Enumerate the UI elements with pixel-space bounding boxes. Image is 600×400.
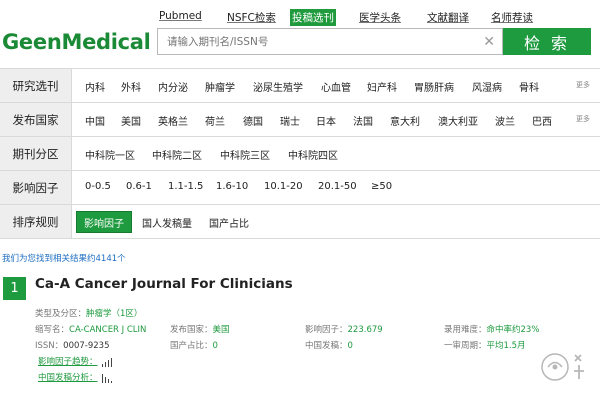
filter-option[interactable]: 波兰 (495, 113, 515, 128)
logo: GeenMedical (2, 30, 151, 54)
filter-label-impact: 影响因子 (0, 171, 72, 204)
filter-row-country: 发布国家 中国 美国 英格兰 荷兰 德国 瑞士 日本 法国 意大利 澳大利亚 波… (0, 103, 600, 137)
filter-option[interactable]: 肿瘤学 (205, 79, 235, 94)
filter-option[interactable]: 妇产科 (367, 79, 397, 94)
filter-option[interactable]: 英格兰 (158, 113, 188, 128)
filter-row-research: 研究选刊 内科 外科 内分泌 肿瘤学 泌尿生殖学 心血管 妇产科 胃肠肝病 风湿… (0, 69, 600, 103)
filter-option[interactable]: 中科院一区 (85, 147, 135, 162)
domestic-ratio-key: 国产占比： (170, 341, 213, 351)
abbr-info: 缩写名：CA-CANCER J CLIN (35, 323, 146, 335)
filter-option[interactable]: 德国 (243, 113, 263, 128)
sort-option-impact[interactable]: 影响因子 (76, 211, 132, 233)
abbr-key: 缩写名： (35, 325, 70, 335)
nav-recommend[interactable]: 名师荐读 (491, 10, 533, 25)
filter-option[interactable]: 20.1-50 (318, 181, 357, 192)
watermark-logo (541, 353, 584, 381)
impact-factor-value: 223.679 (347, 325, 383, 335)
sort-option-domestic-ratio[interactable]: 国产占比 (209, 215, 249, 230)
category-key: 类型及分区： (35, 309, 87, 319)
filter-option[interactable]: 外科 (121, 79, 141, 94)
filter-option[interactable]: 荷兰 (205, 113, 225, 128)
filter-option[interactable]: 0-0.5 (85, 181, 111, 192)
filter-option[interactable]: 澳大利亚 (438, 113, 478, 128)
filter-option[interactable]: 风湿病 (472, 79, 502, 94)
nav-journal-select[interactable]: 投稿选刊 (290, 9, 336, 26)
filter-option[interactable]: 巴西 (532, 113, 552, 128)
impact-factor-key: 影响因子： (305, 325, 348, 335)
abbr-value: CA-CANCER J CLIN (69, 325, 147, 335)
nav-pubmed[interactable]: Pubmed (159, 10, 202, 22)
cn-papers-key: 中国发稿： (305, 341, 348, 351)
impact-factor-info: 影响因子：223.679 (305, 323, 383, 335)
filter-row-sort: 排序规则 影响因子 国人发稿量 国产占比 (0, 205, 600, 239)
filter-option[interactable]: 0.6-1 (126, 181, 152, 192)
cn-papers-value: 0 (347, 341, 353, 351)
cn-papers-trend-link[interactable]: 中国发稿分析： (38, 371, 116, 383)
filter-option[interactable]: 心血管 (321, 79, 351, 94)
more-button[interactable]: 更多 (576, 114, 590, 124)
country-info: 发布国家：美国 (170, 323, 230, 335)
bar-chart-icon (101, 358, 116, 367)
filter-row-impact: 影响因子 0-0.5 0.6-1 1.1-1.5 1.6-10 10.1-20 … (0, 171, 600, 205)
issn-info: ISSN：0007-9235 (35, 339, 110, 351)
filter-option[interactable]: 日本 (316, 113, 336, 128)
nav-translate[interactable]: 文献翻译 (427, 10, 469, 25)
nav-med-headlines[interactable]: 医学头条 (359, 10, 401, 25)
rank-badge: 1 (3, 277, 26, 300)
difficulty-value: 命中率约23% (486, 325, 540, 335)
filter-option[interactable]: 10.1-20 (264, 181, 303, 192)
nav-nsfc[interactable]: NSFC检索 (227, 10, 276, 25)
filter-label-research: 研究选刊 (0, 69, 72, 102)
domestic-ratio-info: 国产占比：0 (170, 339, 218, 351)
cn-papers-info: 中国发稿：0 (305, 339, 353, 351)
close-icon[interactable]: ✕ (483, 34, 495, 50)
issn-key: ISSN： (35, 341, 64, 351)
domestic-ratio-value: 0 (212, 341, 218, 351)
filter-option[interactable]: 中科院二区 (152, 147, 202, 162)
filter-panel: 研究选刊 内科 外科 内分泌 肿瘤学 泌尿生殖学 心血管 妇产科 胃肠肝病 风湿… (0, 68, 600, 239)
filter-option[interactable]: 骨科 (519, 79, 539, 94)
search-button[interactable]: 检 索 (503, 28, 591, 55)
filter-option[interactable]: 中国 (85, 113, 105, 128)
search-box: ✕ (157, 28, 503, 55)
filter-option[interactable]: 1.6-10 (216, 181, 248, 192)
issn-value: 0007-9235 (63, 341, 110, 351)
review-key: 一审周期： (444, 341, 487, 351)
sort-option-cn-papers[interactable]: 国人发稿量 (142, 215, 192, 230)
result-count: 我们为您找到相关结果约4141个 (2, 254, 126, 264)
filter-option[interactable]: 中科院四区 (288, 147, 338, 162)
country-value: 美国 (212, 325, 230, 335)
bar-chart-icon (101, 374, 116, 383)
filter-row-partition: 期刊分区 中科院一区 中科院二区 中科院三区 中科院四区 (0, 137, 600, 171)
category-info: 类型及分区：肿瘤学（1区） (35, 307, 142, 319)
review-info: 一审周期：平均1.5月 (444, 339, 526, 351)
filter-option[interactable]: 泌尿生殖学 (253, 79, 303, 94)
filter-option[interactable]: 瑞士 (280, 113, 300, 128)
filter-option[interactable]: 中科院三区 (220, 147, 270, 162)
filter-option[interactable]: 1.1-1.5 (168, 181, 203, 192)
difficulty-info: 录用难度：命中率约23% (444, 323, 539, 335)
more-button[interactable]: 更多 (576, 80, 590, 90)
filter-option[interactable]: 美国 (121, 113, 141, 128)
filter-option[interactable]: ≥50 (371, 181, 392, 192)
filter-label-partition: 期刊分区 (0, 137, 72, 170)
category-value[interactable]: 肿瘤学（1区） (86, 309, 142, 319)
country-key: 发布国家： (170, 325, 213, 335)
cn-papers-trend-label: 中国发稿分析： (38, 373, 98, 383)
filter-option[interactable]: 胃肠肝病 (414, 79, 454, 94)
filter-option[interactable]: 内分泌 (158, 79, 188, 94)
journal-title[interactable]: Ca-A Cancer Journal For Clinicians (35, 276, 293, 292)
filter-option[interactable]: 内科 (85, 79, 105, 94)
review-value: 平均1.5月 (486, 341, 526, 351)
impact-trend-label: 影响因子趋势： (38, 357, 98, 367)
filter-option[interactable]: 意大利 (390, 113, 420, 128)
filter-option[interactable]: 法国 (353, 113, 373, 128)
filter-label-sort: 排序规则 (0, 205, 72, 238)
impact-trend-link[interactable]: 影响因子趋势： (38, 355, 116, 367)
difficulty-key: 录用难度： (444, 325, 487, 335)
filter-label-country: 发布国家 (0, 103, 72, 136)
search-input[interactable] (158, 29, 468, 54)
